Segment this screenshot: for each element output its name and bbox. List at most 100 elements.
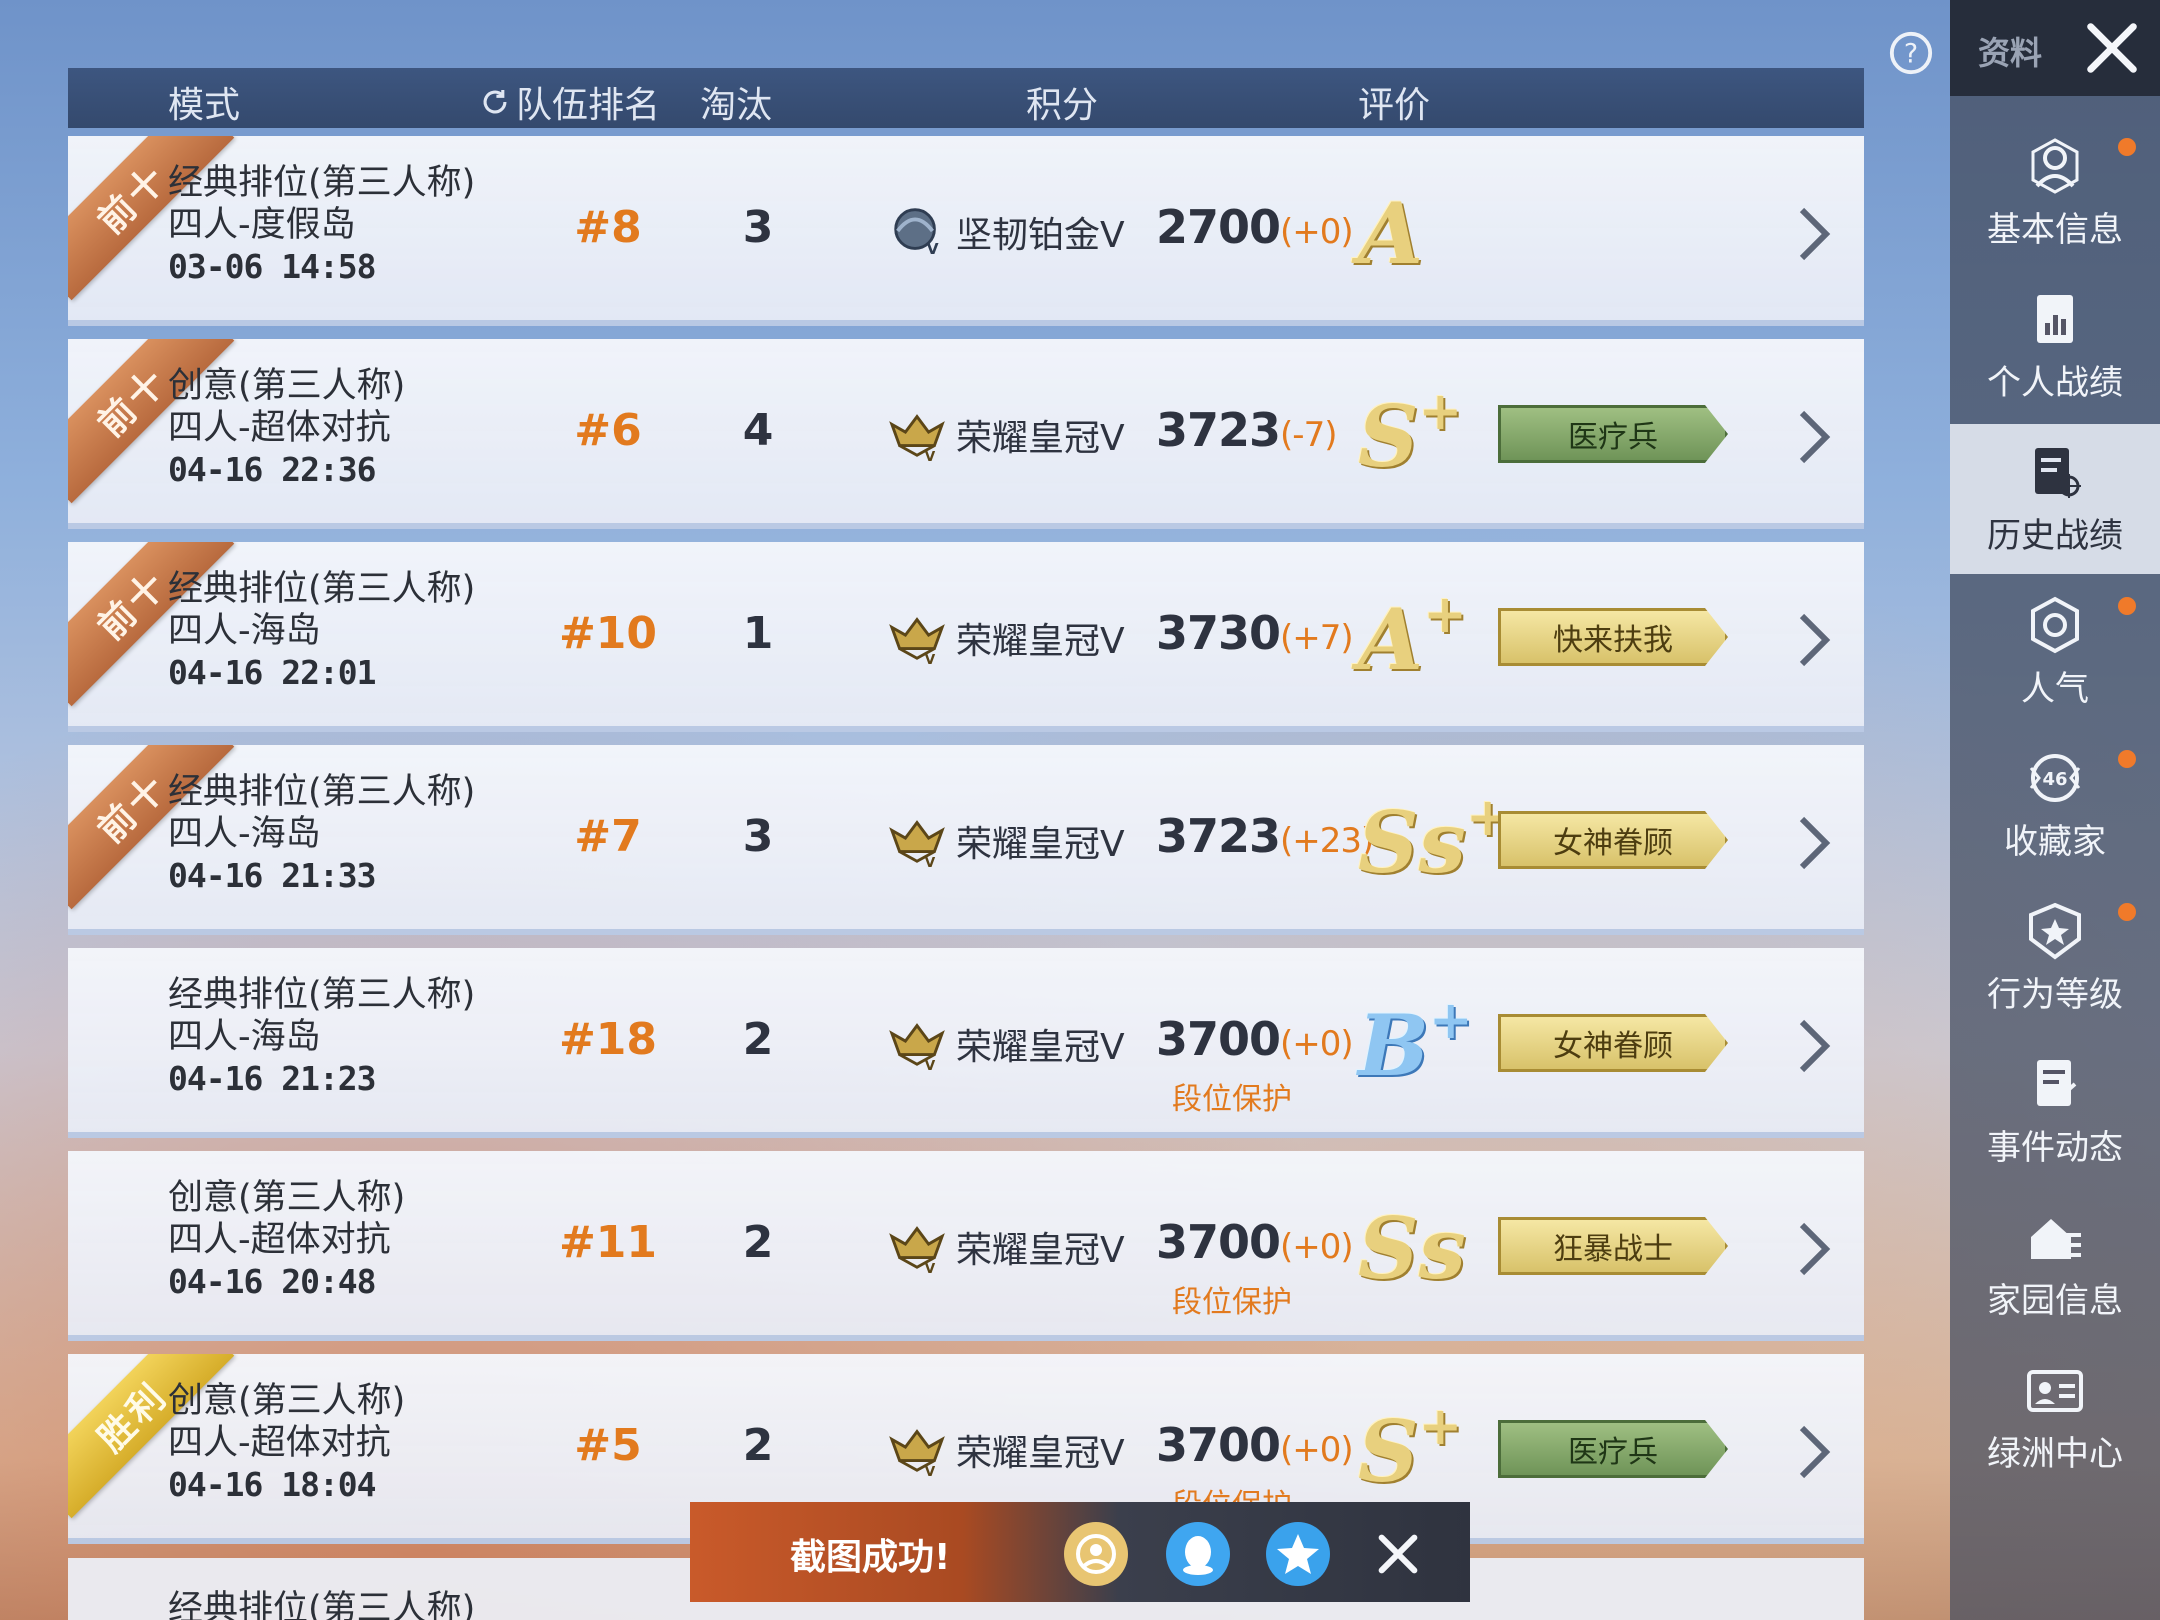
tier-name: 荣耀皇冠Ⅴ [956,621,1125,662]
table-row[interactable]: 创意(第三人称) 四人-超体对抗 04-16 20:48 #11 2 V 荣耀皇… [68,1151,1864,1341]
sidebar-title: 资料 [1978,34,2043,72]
sidebar-item[interactable]: 46 收藏家 [1950,730,2160,880]
sidebar-item[interactable]: 个人战绩 [1950,271,2160,421]
chevron-right-icon[interactable] [1794,1219,1834,1279]
table-row[interactable]: 前十 经典排位(第三人称) 四人-海岛 04-16 22:01 #10 1 V … [68,542,1864,732]
chevron-right-icon[interactable] [1794,1016,1834,1076]
tier-name: 荣耀皇冠Ⅴ [956,1433,1125,1474]
svg-text:V: V [925,652,936,666]
title-badge: 医疗兵 [1498,1420,1728,1478]
rank-protection-label: 段位保护 [1172,1082,1292,1117]
table-row[interactable]: 前十 经典排位(第三人称) 四人-海岛 04-16 21:33 #7 3 V 荣… [68,745,1864,935]
grade-letter: A [1358,184,1424,283]
chevron-right-icon[interactable] [1794,204,1834,264]
team-rank: #5 [574,1420,642,1471]
sidebar-item[interactable]: 绿洲中心 [1950,1342,2160,1492]
sidebar-item[interactable]: 家园信息 [1950,1189,2160,1339]
table-row[interactable]: 前十 经典排位(第三人称) 四人-度假岛 03-06 14:58 #8 3 V … [68,136,1864,326]
score-number: 3723 [1156,403,1281,457]
header-team-rank-label: 队伍排名 [516,85,661,126]
header-eliminations: 淘汰 [700,85,773,126]
close-icon[interactable] [2080,16,2144,80]
sidebar-item[interactable]: 基本信息 [1950,118,2160,268]
sidebar-item-label: 人气 [2021,668,2089,709]
header-score: 积分 [1026,85,1099,126]
mode-info: 经典排位(第三人称) 四人-海岛 04-16 21:33 [168,771,475,897]
svg-text:V: V [925,1058,936,1072]
history-icon [2035,447,2081,498]
table-row[interactable]: 前十 创意(第三人称) 四人-超体对抗 04-16 22:36 #6 4 V 荣… [68,339,1864,529]
tier-name: 坚韧铂金Ⅴ [956,215,1125,256]
sidebar-item[interactable]: 事件动态 [1950,1036,2160,1186]
sidebar-item-label: 个人战绩 [1987,362,2123,403]
sidebar-item[interactable]: 行为等级 [1950,883,2160,1033]
title-badge: 女神眷顾 [1498,1014,1728,1072]
map-name: 四人-超体对抗 [168,1220,391,1260]
notification-dot [2118,903,2136,921]
score-value: 3700(+0) [1156,1418,1354,1472]
grade-letter: A [1358,590,1424,689]
chevron-right-icon[interactable] [1794,1422,1834,1482]
elimination-count: 2 [742,1217,774,1268]
score-number: 3700 [1156,1215,1281,1269]
crown-tier-icon: V [889,414,945,463]
title-badge: 狂暴战士 [1498,1217,1728,1275]
team-rank: #7 [574,811,642,862]
mode-info: 创意(第三人称) 四人-超体对抗 04-16 20:48 [168,1177,405,1303]
grade-rating: A [1358,184,1423,283]
grade-plus: + [1423,584,1467,645]
svg-text:?: ? [1904,39,1918,70]
tier-name: 荣耀皇冠Ⅴ [956,1027,1125,1068]
grade-plus: + [1418,381,1463,442]
grade-plus: + [1429,990,1473,1051]
grade-letter: Ss [1358,793,1466,892]
svg-text:V: V [925,1464,936,1478]
score-delta: (+0) [1280,1024,1354,1064]
map-name: 四人-海岛 [168,814,321,854]
share-qq-icon[interactable] [1166,1522,1230,1586]
sidebar-item-label: 基本信息 [1987,209,2123,250]
home-icon [2031,1218,2081,1259]
chevron-right-icon[interactable] [1794,407,1834,467]
share-qzone-icon[interactable] [1266,1522,1330,1586]
grade-letter: S [1358,1402,1419,1501]
table-row[interactable]: 经典排位(第三人称) 四人-海岛 04-16 21:23 #18 2 V 荣耀皇… [68,948,1864,1138]
map-name: 四人-超体对抗 [168,408,391,448]
match-time: 04-16 22:01 [168,653,377,692]
share-wechat-icon[interactable] [1064,1522,1128,1586]
score-delta: (+0) [1280,1227,1354,1267]
sidebar-item-label: 家园信息 [1987,1280,2123,1321]
header-team-rank[interactable]: 队伍排名 [478,76,660,128]
notification-dot [2118,750,2136,768]
score-number: 3700 [1156,1418,1281,1472]
title-badge: 女神眷顾 [1498,811,1728,869]
sidebar-item[interactable]: 历史战绩 [1950,424,2160,574]
crown-tier-icon: V [889,1429,945,1478]
score-delta: (-7) [1280,415,1337,455]
score-value: 3730(+7) [1156,606,1354,660]
match-time: 04-16 22:36 [168,450,377,489]
map-name: 四人-度假岛 [168,205,356,245]
rank-protection-label: 段位保护 [1172,1285,1292,1320]
match-time: 04-16 20:48 [168,1262,377,1301]
svg-text:V: V [925,449,936,463]
score-delta: (+0) [1280,1430,1354,1470]
grade-letter: S [1358,387,1419,486]
notification-dot [2118,597,2136,615]
map-name: 四人-海岛 [168,1017,321,1057]
mode-info: 创意(第三人称) 四人-超体对抗 04-16 22:36 [168,365,405,491]
score-delta: (+0) [1280,212,1354,252]
score-number: 2700 [1156,200,1281,254]
chevron-right-icon[interactable] [1794,610,1834,670]
team-rank: #18 [558,1014,658,1065]
toast-close-icon[interactable] [1370,1526,1426,1582]
sidebar-item[interactable]: 人气 [1950,577,2160,727]
platinum-tier-icon: V [894,208,939,258]
grade-rating: Ss+ [1358,787,1510,892]
match-time: 03-06 14:58 [168,247,377,286]
help-icon[interactable]: ? [1888,30,1934,76]
refresh-icon[interactable] [478,85,512,119]
title-badge: 快来扶我 [1498,608,1728,666]
chevron-right-icon[interactable] [1794,813,1834,873]
sidebar-item-label: 绿洲中心 [1987,1433,2123,1474]
